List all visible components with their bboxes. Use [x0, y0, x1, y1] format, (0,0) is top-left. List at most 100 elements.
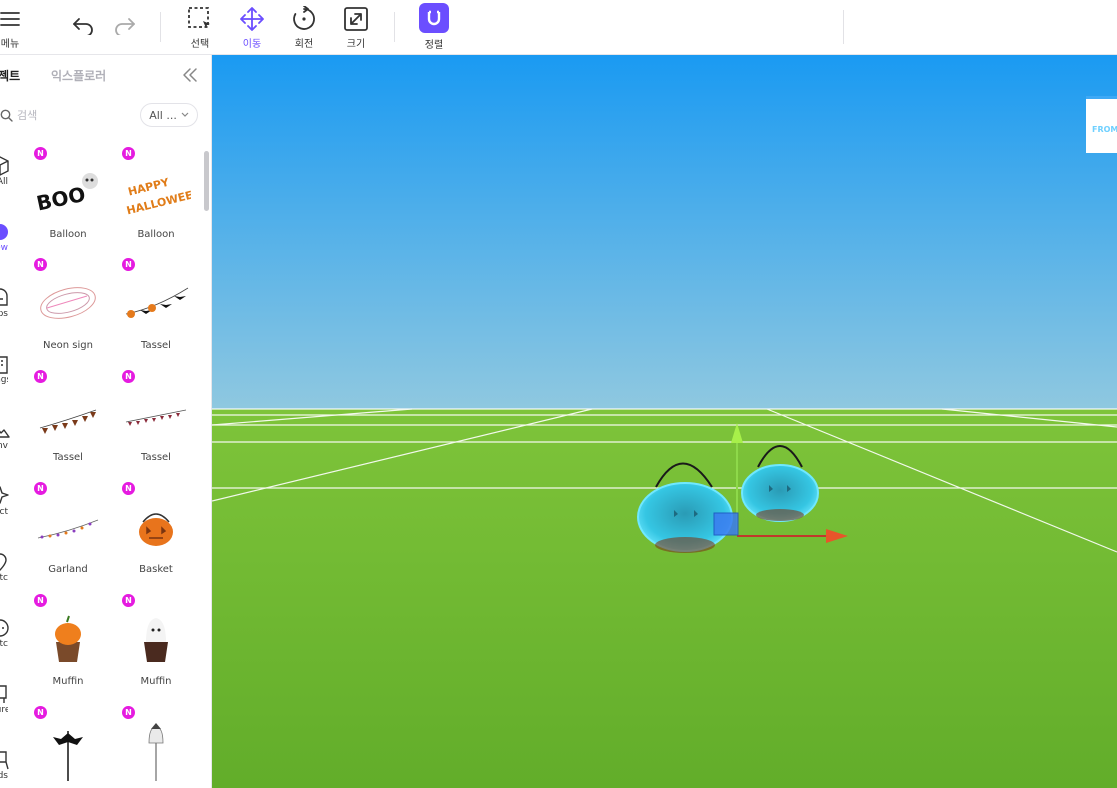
search-box[interactable]: [0, 103, 122, 127]
asset-item[interactable]: N: [30, 704, 106, 788]
furniture-icon: [0, 683, 10, 705]
asset-item[interactable]: N Basket: [118, 480, 194, 588]
happy-halloween-balloon-thumbnail: HAPPY HALLOWEEN: [120, 159, 192, 225]
category-props[interactable]: Props: [0, 287, 30, 327]
category-label: Buildings: [0, 375, 8, 385]
scale-tool-button[interactable]: 크기: [340, 0, 372, 55]
category-rail: All New Props Buildings Env Effect Etc: [0, 150, 22, 788]
preview-label: FROM: [1092, 125, 1117, 134]
move-icon: [238, 5, 266, 33]
double-chevron-left-icon: [183, 68, 197, 82]
collapse-panel-button[interactable]: [182, 67, 200, 85]
move-tool-button[interactable]: 이동: [236, 0, 268, 55]
asset-name: Tassel: [141, 452, 171, 463]
category-filter-dropdown[interactable]: All ...: [140, 103, 198, 127]
category-label: All: [0, 177, 8, 187]
garland-thumbnail: [32, 494, 104, 560]
pumpkin-tassel-thumbnail: [32, 382, 104, 448]
object-panel: 오브젝트 익스플로러 All ... All New Props Buildin…: [0, 55, 212, 788]
asset-item[interactable]: N Tassel: [118, 256, 194, 364]
asset-name: Balloon: [49, 229, 87, 240]
bat-tassel-thumbnail: [120, 270, 192, 336]
search-input[interactable]: [17, 108, 117, 122]
filter-label: All ...: [149, 108, 177, 122]
bat-stick-thumbnail: [32, 718, 104, 784]
category-buildings[interactable]: Buildings: [0, 353, 30, 393]
pumpkin-basket-thumbnail: [120, 494, 192, 560]
svg-text:BOO: BOO: [34, 182, 87, 216]
rotate-icon: [290, 5, 318, 33]
undo-button[interactable]: [70, 0, 98, 55]
tab-objects[interactable]: 오브젝트: [0, 67, 20, 84]
category-lands[interactable]: Lands: [0, 749, 30, 788]
rotate-tool-button[interactable]: 회전: [288, 0, 320, 55]
category-new[interactable]: New: [0, 221, 30, 261]
snap-align-label: 정렬: [424, 40, 444, 51]
asset-name: Neon sign: [43, 340, 93, 351]
building-icon: [0, 353, 10, 375]
scale-tool-label: 크기: [346, 39, 366, 50]
panel-scrollbar[interactable]: [204, 151, 209, 211]
cube-icon: [0, 155, 10, 177]
lands-icon: [0, 749, 10, 771]
category-label: Props: [0, 309, 8, 319]
category-env[interactable]: Env: [0, 419, 30, 459]
asset-item[interactable]: N Tassel: [118, 368, 194, 476]
asset-item[interactable]: N Tassel: [30, 368, 106, 476]
ground-plane: [212, 409, 1117, 788]
asset-item[interactable]: N Muffin: [30, 592, 106, 700]
top-toolbar: 메뉴 선택 이동 회전 크기 정렬: [0, 0, 1117, 55]
tab-explorer[interactable]: 익스플로러: [51, 67, 106, 84]
undo-icon: [70, 12, 98, 40]
rotate-tool-label: 회전: [294, 39, 314, 50]
toolbar-divider: [160, 12, 161, 42]
category-label: Effect: [0, 507, 8, 517]
circle-icon: [0, 617, 10, 639]
hamburger-icon: [0, 5, 24, 33]
magnet-icon: [419, 3, 449, 33]
asset-item[interactable]: N Garland: [30, 480, 106, 588]
ghost-stick-thumbnail: [120, 718, 192, 784]
mountain-icon: [0, 419, 10, 441]
asset-item[interactable]: N Neon sign: [30, 256, 106, 364]
neon-sign-thumbnail: [32, 270, 104, 336]
toolbar-divider: [394, 12, 395, 42]
panel-tabs: 오브젝트 익스플로러: [0, 67, 211, 87]
scene-canvas[interactable]: [212, 55, 1117, 788]
category-etc[interactable]: Etc: [0, 551, 30, 591]
asset-name: Muffin: [52, 676, 84, 687]
scene-preview-card[interactable]: FROM: [1086, 96, 1117, 153]
asset-item[interactable]: N Muffin: [118, 592, 194, 700]
asset-item[interactable]: N: [118, 704, 194, 788]
pumpkin-muffin-thumbnail: [32, 606, 104, 672]
boo-balloon-thumbnail: BOO: [32, 159, 104, 225]
move-tool-label: 이동: [242, 39, 262, 50]
scale-icon: [342, 5, 370, 33]
menu-button[interactable]: 메뉴: [0, 0, 26, 55]
category-label: New: [0, 243, 8, 253]
category-furniture[interactable]: Furniture: [0, 683, 30, 723]
props-icon: [0, 287, 10, 309]
asset-name: Tassel: [141, 340, 171, 351]
flag-tassel-thumbnail: [120, 382, 192, 448]
redo-icon: [110, 12, 138, 40]
asset-name: Muffin: [140, 676, 172, 687]
redo-button[interactable]: [110, 0, 138, 55]
ghost-muffin-thumbnail: [120, 606, 192, 672]
z-plane-handle[interactable]: [713, 512, 739, 536]
snap-align-button[interactable]: 정렬: [418, 0, 450, 55]
asset-item[interactable]: N BOO Balloon: [30, 145, 106, 253]
effect-icon: [0, 485, 10, 507]
menu-label: 메뉴: [0, 39, 20, 50]
category-all[interactable]: All: [0, 155, 30, 195]
category-label: Env: [0, 441, 8, 451]
asset-name: Garland: [48, 564, 88, 575]
category-label: Lands: [0, 771, 8, 781]
category-etc-2[interactable]: Etc: [0, 617, 30, 657]
asset-name: Tassel: [53, 452, 83, 463]
select-tool-button[interactable]: 선택: [184, 0, 216, 55]
scene-viewport[interactable]: [212, 55, 1117, 788]
asset-item[interactable]: N HAPPY HALLOWEEN Balloon: [118, 145, 194, 253]
category-effect[interactable]: Effect: [0, 485, 30, 525]
asset-name: Basket: [139, 564, 173, 575]
